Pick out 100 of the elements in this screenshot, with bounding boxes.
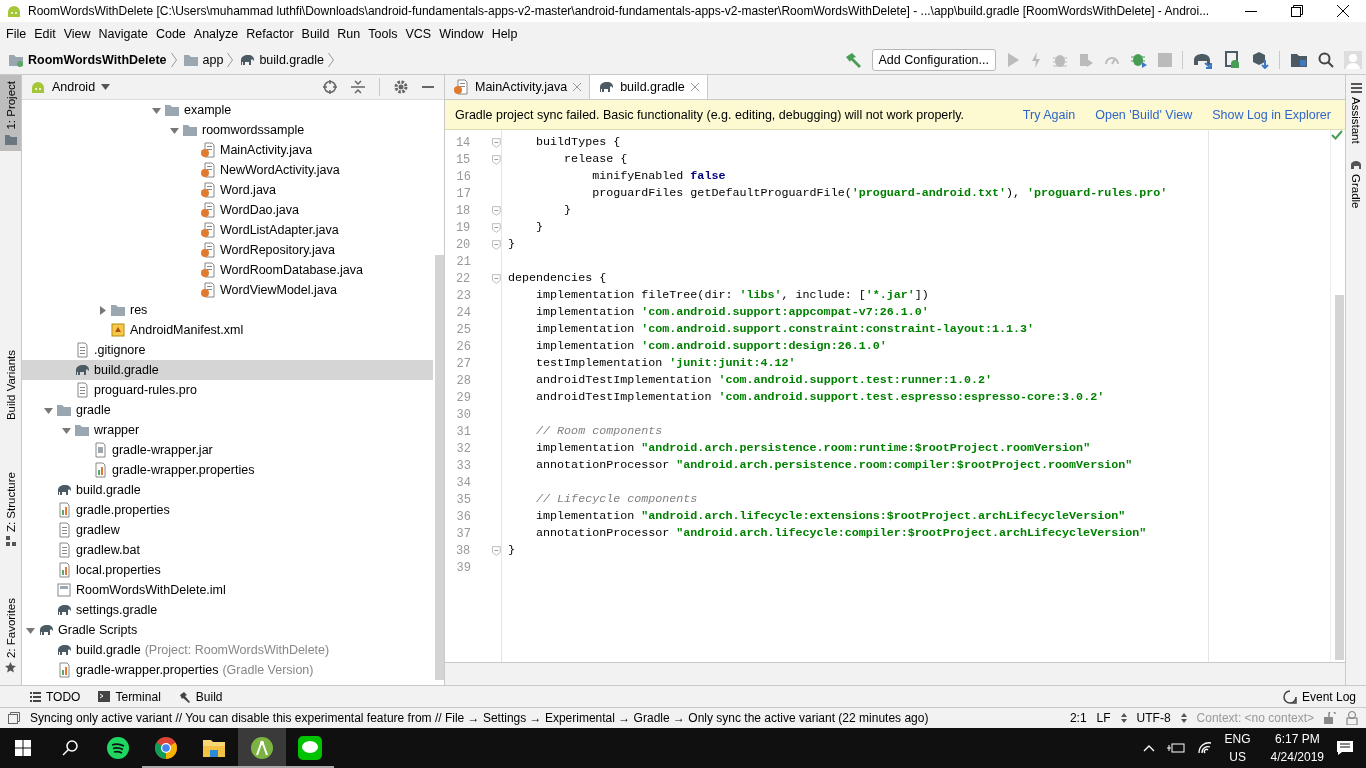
tool-window-tab[interactable]: Build Variants: [0, 343, 21, 426]
breadcrumb[interactable]: RoomWordsWithDelete: [28, 52, 167, 67]
expanded-arrow-icon[interactable]: [61, 425, 71, 435]
menu-item[interactable]: Navigate: [94, 26, 152, 41]
fold-marker-icon[interactable]: [492, 239, 501, 250]
taskbar-button[interactable]: [238, 728, 286, 768]
encoding-selector[interactable]: UTF-8: [1136, 711, 1171, 725]
menu-item[interactable]: Window: [435, 26, 488, 41]
tree-item[interactable]: WordRoomDatabase.java: [22, 260, 433, 280]
target-icon[interactable]: [323, 80, 337, 94]
tree-item[interactable]: gradle: [22, 400, 433, 420]
tool-window-tab[interactable]: Assistant: [1346, 75, 1366, 152]
line-separator-selector[interactable]: LF: [1096, 711, 1111, 725]
tree-item[interactable]: local.properties: [22, 560, 433, 580]
windows-logo-icon[interactable]: [15, 740, 31, 756]
tree-item[interactable]: Word.java: [22, 180, 433, 200]
tree-item[interactable]: gradlew.bat: [22, 540, 433, 560]
menu-item[interactable]: Help: [487, 26, 522, 41]
hammer-icon[interactable]: [843, 50, 862, 69]
tree-item[interactable]: build.gradle: [22, 480, 433, 500]
spotify-icon[interactable]: [106, 736, 130, 760]
menu-item[interactable]: Refactor: [242, 26, 298, 41]
folder-icon[interactable]: [1290, 51, 1308, 68]
expanded-arrow-icon[interactable]: [43, 405, 53, 415]
expanded-arrow-icon[interactable]: [169, 125, 179, 135]
caret-position[interactable]: 2:1: [1069, 711, 1087, 725]
collapse-all-icon[interactable]: [351, 80, 365, 94]
project-view-selector[interactable]: Android: [52, 80, 96, 94]
tree-item[interactable]: build.gradle: [22, 360, 433, 380]
tree-item[interactable]: build.gradle (Project: RoomWordsWithDelete): [22, 640, 433, 660]
fold-marker-icon[interactable]: [492, 545, 501, 556]
chat-bubble-icon[interactable]: [298, 736, 322, 760]
event-log-button[interactable]: Event Log: [1282, 689, 1366, 704]
tool-window-button[interactable]: Terminal: [98, 689, 161, 704]
windows-icon[interactable]: [8, 712, 20, 724]
fold-marker-icon[interactable]: [492, 137, 501, 148]
menu-item[interactable]: Code: [151, 26, 190, 41]
menu-item[interactable]: View: [59, 26, 95, 41]
close-icon[interactable]: [1337, 5, 1349, 17]
menu-item[interactable]: VCS: [401, 26, 436, 41]
fold-marker-icon[interactable]: [492, 154, 501, 165]
banner-link[interactable]: Open 'Build' View: [1095, 107, 1193, 122]
tree-item[interactable]: gradle-wrapper.properties (Gradle Version): [22, 660, 433, 680]
tree-item[interactable]: gradle-wrapper.properties: [22, 460, 433, 480]
chrome-icon[interactable]: [154, 736, 178, 760]
language-indicator[interactable]: ENG: [1224, 730, 1251, 748]
menu-item[interactable]: Run: [333, 26, 365, 41]
menu-item[interactable]: Analyze: [189, 26, 243, 41]
tree-item[interactable]: Gradle Scripts: [22, 620, 433, 640]
clock-time[interactable]: 6:17 PM: [1274, 730, 1320, 748]
banner-link[interactable]: Try Again: [1022, 107, 1076, 122]
region-indicator[interactable]: US: [1229, 748, 1246, 766]
battery-icon[interactable]: [1166, 742, 1185, 754]
fold-marker-icon[interactable]: [492, 273, 501, 284]
search-icon[interactable]: [62, 740, 78, 756]
editor-tab[interactable]: MainActivity.java: [445, 75, 591, 99]
device-icon[interactable]: [1223, 50, 1241, 69]
tool-window-tab[interactable]: Z: Structure: [0, 465, 21, 552]
tree-item[interactable]: settings.gradle: [22, 600, 433, 620]
fold-marker-icon[interactable]: [492, 222, 501, 233]
tree-item[interactable]: gradle-wrapper.jar: [22, 440, 433, 460]
settings-icon[interactable]: [394, 80, 408, 94]
tree-item[interactable]: NewWordActivity.java: [22, 160, 433, 180]
chevron-up-icon[interactable]: [1142, 744, 1155, 752]
tree-item[interactable]: gradlew: [22, 520, 433, 540]
tree-item[interactable]: roomwordssample: [22, 120, 433, 140]
run-configuration-button[interactable]: Add Configuration...: [871, 48, 996, 71]
tree-item[interactable]: WordDao.java: [22, 200, 433, 220]
inspector-icon[interactable]: [1346, 711, 1358, 725]
menu-item[interactable]: File: [2, 26, 31, 41]
menu-item[interactable]: Edit: [30, 26, 60, 41]
package-icon[interactable]: [1251, 50, 1269, 69]
tool-window-tab[interactable]: Gradle: [1346, 151, 1366, 217]
tree-item[interactable]: WordRepository.java: [22, 240, 433, 260]
breadcrumb[interactable]: app: [202, 52, 224, 67]
tree-item[interactable]: MainActivity.java: [22, 140, 433, 160]
wifi-icon[interactable]: [1196, 741, 1213, 755]
collapsed-arrow-icon[interactable]: [97, 305, 107, 315]
fold-marker-icon[interactable]: [492, 205, 501, 216]
tool-window-tab[interactable]: 2: Favorites: [0, 591, 21, 679]
tool-window-button[interactable]: TODO: [30, 689, 81, 704]
expanded-arrow-icon[interactable]: [25, 625, 35, 635]
notifications-icon[interactable]: [1336, 740, 1354, 756]
menu-item[interactable]: Build: [297, 26, 334, 41]
tree-item[interactable]: .gitignore: [22, 340, 433, 360]
tool-window-tab[interactable]: 1: Project: [0, 75, 21, 151]
folder-icon[interactable]: [202, 737, 226, 759]
lock-icon[interactable]: [1324, 712, 1336, 724]
tree-item[interactable]: gradle.properties: [22, 500, 433, 520]
breadcrumb[interactable]: build.gradle: [259, 52, 325, 67]
scrollbar-thumb[interactable]: [435, 255, 444, 680]
tool-window-button[interactable]: Build: [178, 689, 223, 704]
clock-date[interactable]: 4/24/2019: [1270, 748, 1324, 766]
editor-tab[interactable]: build.gradle: [590, 75, 708, 99]
tree-item[interactable]: example: [22, 100, 433, 120]
tree-item[interactable]: AndroidManifest.xml: [22, 320, 433, 340]
dropdown-caret-icon[interactable]: [101, 84, 111, 90]
tree-item[interactable]: RoomWordsWithDelete.iml: [22, 580, 433, 600]
banner-link[interactable]: Show Log in Explorer: [1212, 107, 1331, 122]
tree-item[interactable]: WordListAdapter.java: [22, 220, 433, 240]
